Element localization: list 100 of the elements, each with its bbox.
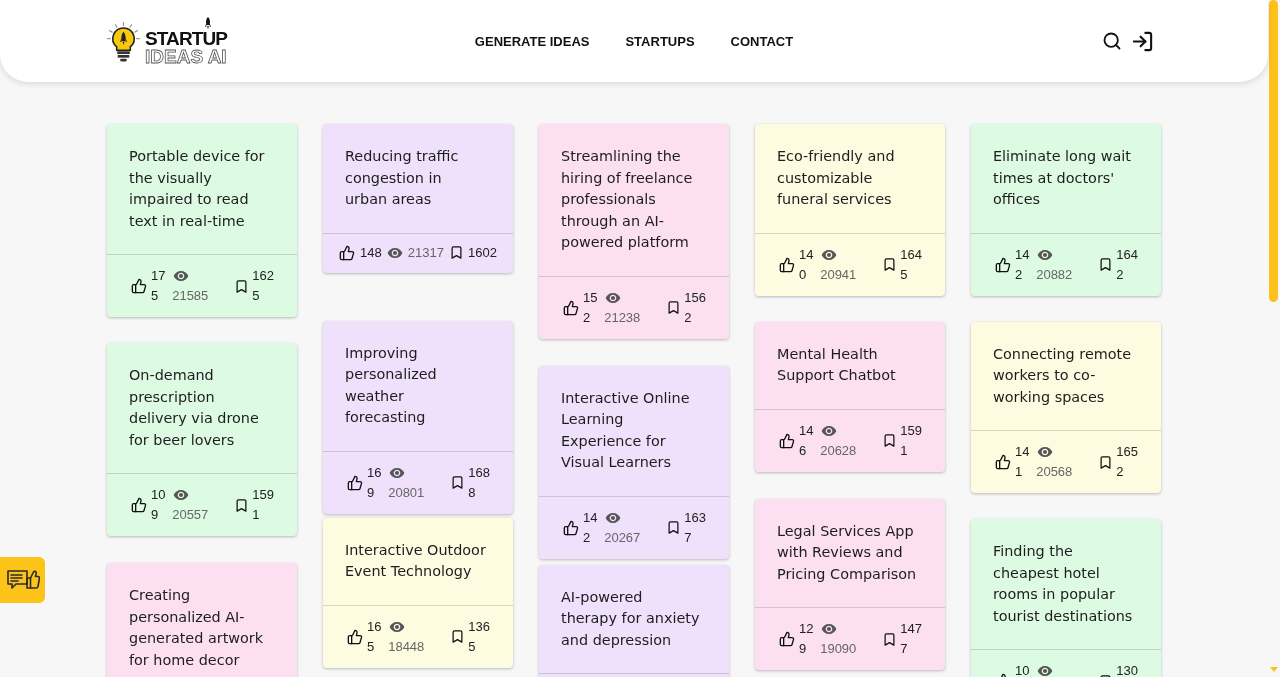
like-button[interactable]: 165 — [347, 616, 383, 657]
bookmark-button[interactable]: 1625 — [234, 266, 275, 306]
idea-title: Interactive Outdoor Event Technology — [345, 540, 487, 581]
thumbs-up-icon — [995, 256, 1011, 273]
like-button[interactable]: 142 — [563, 507, 599, 548]
like-button[interactable]: 152 — [563, 287, 599, 328]
idea-card[interactable]: Creating personalized AI-generated artwork for home decor — [107, 563, 297, 677]
idea-card[interactable]: Mental Health Support Chatbot 146 20628 1591 — [755, 321, 945, 472]
like-button[interactable]: 141 — [995, 442, 1031, 482]
bookmark-icon — [882, 631, 898, 647]
thumbs-up-icon — [779, 631, 795, 647]
nav-link[interactable]: GENERATE IDEAS — [474, 33, 590, 49]
login-icon — [1131, 29, 1154, 53]
idea-title: Creating personalized AI-generated artwork for home decor — [129, 586, 265, 670]
view-count: 21238 — [604, 308, 641, 327]
scrollbar-thumb[interactable] — [1269, 0, 1278, 302]
bookmark-button[interactable]: 1477 — [882, 619, 923, 659]
login-button[interactable] — [1131, 29, 1154, 53]
bookmark-icon — [666, 300, 682, 315]
bookmark-button[interactable]: 130 — [1098, 661, 1139, 677]
thumbs-up-icon — [779, 432, 795, 449]
idea-card[interactable]: Portable device for the visually impaired to read text in real-time 175 21585 1625 — [107, 124, 297, 317]
view-count: 20941 — [820, 265, 857, 284]
search-button[interactable] — [1102, 31, 1122, 51]
idea-card[interactable]: Eliminate long wait times at doctors' offices 142 20882 1642 — [971, 124, 1161, 296]
feedback-button[interactable] — [0, 557, 45, 603]
like-button[interactable]: 175 — [131, 266, 167, 306]
bookmark-icon — [448, 245, 464, 260]
idea-title: Mental Health Support Chatbot — [777, 344, 897, 385]
thumbs-up-icon — [995, 454, 1011, 470]
bookmark-button[interactable]: 1652 — [1098, 442, 1139, 482]
eye-icon — [1037, 444, 1054, 460]
bookmark-button[interactable]: 1645 — [882, 244, 923, 285]
nav-link[interactable]: CONTACT — [730, 33, 794, 49]
search-icon — [1102, 31, 1122, 51]
view-count: 21585 — [172, 287, 209, 305]
idea-title: Portable device for the visually impaired to read text in real-time — [129, 147, 266, 231]
idea-title: AI-powered therapy for anxiety and depression — [561, 587, 701, 650]
thumbs-up-icon — [563, 519, 579, 536]
idea-card[interactable]: Improving personalized weather forecasting 169 20801 1688 — [323, 320, 513, 514]
thumbs-up-icon — [779, 256, 795, 273]
bookmark-button[interactable]: 1642 — [1098, 244, 1139, 285]
like-button[interactable]: 140 — [779, 244, 815, 285]
bookmark-button[interactable]: 1365 — [450, 616, 491, 657]
idea-title: Finding the cheapest hotel rooms in popular tourist destinations — [993, 542, 1134, 626]
idea-title: Connecting remote workers to co-working spaces — [993, 344, 1133, 407]
like-button[interactable]: 109 — [131, 485, 167, 525]
idea-card[interactable]: Legal Services App with Reviews and Pricing Comparison 129 19090 1477 — [755, 498, 945, 670]
thumbs-up-icon — [563, 299, 579, 316]
eye-icon — [173, 268, 190, 284]
idea-card[interactable]: Reducing traffic congestion in urban areas 148 21317 1602 — [323, 124, 513, 273]
thumbs-up-icon — [131, 278, 147, 294]
idea-card[interactable]: Connecting remote workers to co-working spaces 141 20568 1652 — [971, 321, 1161, 493]
bookmark-icon — [666, 520, 682, 535]
view-count: 20628 — [820, 441, 857, 460]
like-button[interactable]: 142 — [995, 244, 1031, 285]
idea-title: Improving personalized weather forecasting — [345, 343, 438, 427]
idea-card[interactable]: Interactive Online Learning Experience for Visual Learners 142 20267 1637 — [539, 365, 729, 559]
thumbs-up-icon — [347, 474, 363, 491]
idea-card[interactable]: AI-powered therapy for anxiety and depression — [539, 564, 729, 677]
eye-icon — [821, 621, 838, 637]
bookmark-button[interactable]: 1562 — [666, 287, 707, 328]
idea-title: Eco-friendly and customizable funeral services — [777, 147, 896, 209]
idea-card[interactable]: Eco-friendly and customizable funeral services 140 20941 1645 — [755, 124, 945, 296]
bookmark-button[interactable]: 1637 — [666, 507, 707, 548]
idea-title: Interactive Online Learning Experience for Visual Learners — [561, 388, 691, 472]
view-count: 20568 — [1036, 463, 1073, 481]
idea-card[interactable]: Streamlining the hiring of freelance professionals through an AI-powered platform 152 21238 1562 — [539, 124, 729, 339]
view-count: 20557 — [172, 506, 209, 524]
bookmark-icon — [882, 433, 898, 448]
bookmark-button[interactable]: 1688 — [450, 462, 491, 503]
view-count: 19090 — [820, 640, 857, 658]
bookmark-icon — [450, 475, 466, 490]
idea-title: Reducing traffic congestion in urban areas — [345, 147, 460, 209]
view-count: 20267 — [604, 528, 641, 547]
idea-title: On-demand prescription delivery via drone for beer lovers — [129, 366, 260, 450]
bookmark-button[interactable]: 1591 — [234, 485, 275, 525]
idea-card[interactable]: Interactive Outdoor Event Technology 165 18448 1365 — [323, 517, 513, 668]
thumbs-up-icon — [131, 497, 147, 513]
thumbs-up-icon — [339, 244, 356, 261]
logo-tagline[interactable]: IDEAS AI — [145, 47, 227, 66]
bookmark-icon — [450, 629, 466, 644]
rocket-icon — [204, 17, 212, 30]
idea-title: Eliminate long wait times at doctors' offices — [993, 147, 1132, 209]
bookmark-button[interactable]: 1602 — [448, 242, 497, 263]
bookmark-icon — [1098, 257, 1114, 272]
eye-icon — [173, 487, 190, 503]
idea-card[interactable]: On-demand prescription delivery via drone for beer lovers 109 20557 1591 — [107, 343, 297, 536]
nav-link[interactable]: STARTUPS — [625, 33, 695, 49]
like-button[interactable]: 146 — [779, 420, 815, 461]
idea-title: Legal Services App with Reviews and Pricing Comparison — [777, 521, 918, 584]
logo-wordmark[interactable]: STARTUP — [145, 30, 227, 47]
like-button[interactable]: 10 — [995, 661, 1031, 677]
like-button[interactable]: 148 — [339, 242, 382, 263]
view-count: 20801 — [388, 483, 425, 502]
thumbs-up-icon — [347, 628, 363, 645]
idea-card[interactable]: Finding the cheapest hotel rooms in popular tourist destinations 10 130 — [971, 519, 1161, 677]
like-button[interactable]: 169 — [347, 462, 383, 503]
bookmark-button[interactable]: 1591 — [882, 420, 923, 461]
like-button[interactable]: 129 — [779, 619, 815, 659]
